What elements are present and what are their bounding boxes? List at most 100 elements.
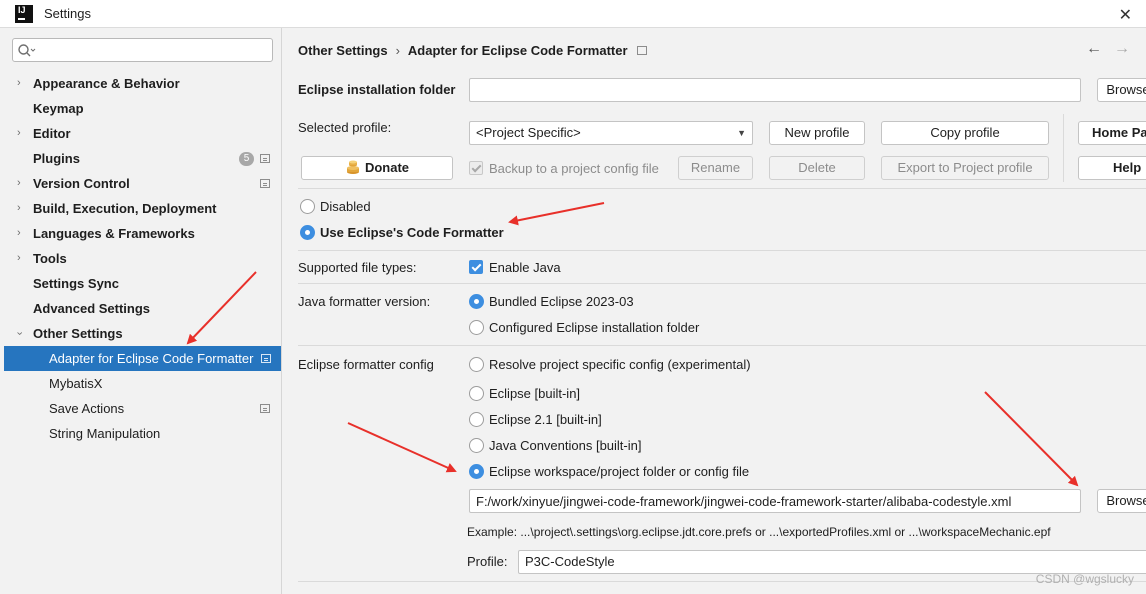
chevron-right-icon: ›: [17, 202, 21, 214]
config-path-input[interactable]: [470, 490, 1080, 512]
tree-item-label: Other Settings: [33, 326, 123, 341]
donate-button[interactable]: Donate: [301, 156, 453, 180]
watermark: CSDN @wgslucky: [1035, 572, 1134, 586]
forward-arrow-icon[interactable]: →: [1114, 40, 1130, 58]
workspace-config-radio[interactable]: [469, 464, 484, 479]
tree-item-string-manipulation[interactable]: String Manipulation: [0, 421, 281, 446]
use-eclipse-label: Use Eclipse's Code Formatter: [320, 225, 504, 240]
tree-item-label: Advanced Settings: [33, 301, 151, 316]
settings-content: Other Settings › Adapter for Eclipse Code …: [282, 28, 1146, 594]
plugins-update-badge: 5: [239, 152, 254, 166]
copy-profile-button[interactable]: Copy profile: [881, 121, 1049, 145]
tree-item-build[interactable]: › Build, Execution, Deployment: [0, 196, 281, 221]
intellij-logo-icon: IJ: [15, 5, 33, 23]
close-icon[interactable]: ✕: [1119, 5, 1132, 25]
install-browse-button[interactable]: Browse: [1097, 78, 1146, 102]
resolve-config-radio[interactable]: [469, 357, 484, 372]
profile-select-value: <Project Specific>: [476, 125, 581, 140]
window-title: Settings: [44, 6, 91, 21]
project-scope-icon: [261, 354, 271, 363]
java-version-label: Java formatter version:: [298, 294, 431, 309]
config-path-field[interactable]: [469, 489, 1081, 513]
tree-item-settings-sync[interactable]: Settings Sync: [0, 271, 281, 296]
help-button[interactable]: Help: [1078, 156, 1146, 180]
breadcrumb-parent[interactable]: Other Settings: [298, 43, 388, 58]
tree-item-keymap[interactable]: Keymap: [0, 96, 281, 121]
install-folder-field[interactable]: [469, 78, 1081, 102]
tree-item-label: Appearance & Behavior: [33, 76, 180, 91]
install-folder-input[interactable]: [470, 79, 1080, 101]
tree-item-advanced[interactable]: Advanced Settings: [0, 296, 281, 321]
title-bar: IJ Settings ✕: [0, 0, 1146, 28]
file-types-label: Supported file types:: [298, 260, 417, 275]
tree-item-eclipse-adapter[interactable]: Adapter for Eclipse Code Formatter: [4, 346, 281, 371]
settings-sidebar: › Appearance & Behavior Keymap › Editor Pl…: [0, 28, 282, 594]
install-folder-label: Eclipse installation folder: [298, 82, 456, 97]
config-profile-select[interactable]: P3C-CodeStyle: [518, 550, 1146, 574]
enable-java-label: Enable Java: [489, 260, 561, 275]
tree-item-label: Adapter for Eclipse Code Formatter: [49, 351, 254, 366]
use-eclipse-radio[interactable]: [300, 225, 315, 240]
eclipse-builtin-label: Eclipse [built-in]: [489, 386, 581, 401]
donate-label: Donate: [364, 160, 410, 175]
eclipse21-builtin-radio[interactable]: [469, 412, 484, 427]
chevron-right-icon: ›: [17, 77, 21, 89]
disabled-label: Disabled: [320, 199, 371, 214]
project-scope-icon: [260, 404, 270, 413]
java-conventions-label: Java Conventions [built-in]: [489, 438, 642, 453]
chevron-right-icon: ›: [17, 127, 21, 139]
new-profile-button[interactable]: New profile: [769, 121, 865, 145]
delete-button[interactable]: Delete: [769, 156, 865, 180]
project-scope-icon: [636, 46, 647, 56]
export-profile-button[interactable]: Export to Project profile: [881, 156, 1049, 180]
bundled-eclipse-label: Bundled Eclipse 2023-03: [489, 294, 634, 309]
tree-item-label: Keymap: [33, 101, 84, 116]
home-page-button[interactable]: Home Page: [1078, 121, 1146, 145]
tree-item-label: Build, Execution, Deployment: [33, 201, 217, 216]
enable-java-checkbox[interactable]: [469, 260, 483, 274]
formatter-config-label: Eclipse formatter config: [298, 357, 434, 372]
eclipse-builtin-radio[interactable]: [469, 386, 484, 401]
tree-item-plugins[interactable]: Plugins 5: [0, 146, 281, 171]
disabled-radio[interactable]: [300, 199, 315, 214]
breadcrumb-current: Adapter for Eclipse Code Formatter: [407, 43, 628, 58]
tree-item-save-actions[interactable]: Save Actions: [0, 396, 281, 421]
rename-button[interactable]: Rename: [678, 156, 753, 180]
tree-item-mybatisx[interactable]: MybatisX: [0, 371, 281, 396]
tree-item-label: Editor: [33, 126, 71, 141]
project-scope-icon: [260, 154, 270, 163]
tree-item-tools[interactable]: › Tools: [0, 246, 281, 271]
back-arrow-icon[interactable]: ←: [1086, 40, 1102, 58]
backup-checkbox[interactable]: [469, 161, 483, 175]
profile-select[interactable]: <Project Specific> ▼: [469, 121, 753, 145]
backup-label: Backup to a project config file: [489, 161, 659, 176]
tree-item-label: Settings Sync: [33, 276, 119, 291]
tree-item-label: String Manipulation: [49, 426, 161, 441]
workspace-config-label: Eclipse workspace/project folder or conf…: [489, 464, 750, 479]
config-browse-button[interactable]: Browse: [1097, 489, 1146, 513]
tree-item-other-settings[interactable]: › Other Settings: [0, 321, 281, 346]
tree-item-languages[interactable]: › Languages & Frameworks: [0, 221, 281, 246]
tree-item-label: Tools: [33, 251, 67, 266]
configured-eclipse-label: Configured Eclipse installation folder: [489, 320, 700, 335]
config-example-hint: Example: ...\project\.settings\org.eclip…: [467, 525, 1051, 539]
profile-label: Profile:: [467, 554, 508, 569]
search-input[interactable]: [39, 41, 264, 59]
coins-icon: [346, 160, 359, 174]
tree-item-editor[interactable]: › Editor: [0, 121, 281, 146]
settings-search[interactable]: [12, 38, 273, 62]
chevron-right-icon: ›: [17, 227, 21, 239]
chevron-right-icon: ›: [17, 177, 21, 189]
chevron-down-icon: ▼: [737, 128, 746, 138]
chevron-right-icon: ›: [17, 252, 21, 264]
breadcrumb-separator: ›: [395, 43, 400, 58]
tree-item-label: Save Actions: [49, 401, 125, 416]
configured-eclipse-radio[interactable]: [469, 320, 484, 335]
java-conventions-radio[interactable]: [469, 438, 484, 453]
tree-item-appearance[interactable]: › Appearance & Behavior: [0, 71, 281, 96]
tree-item-label: Plugins: [33, 151, 80, 166]
bundled-eclipse-radio[interactable]: [469, 294, 484, 309]
search-icon: [18, 44, 36, 57]
tree-item-version-control[interactable]: › Version Control: [0, 171, 281, 196]
selected-profile-label: Selected profile:: [298, 120, 392, 135]
